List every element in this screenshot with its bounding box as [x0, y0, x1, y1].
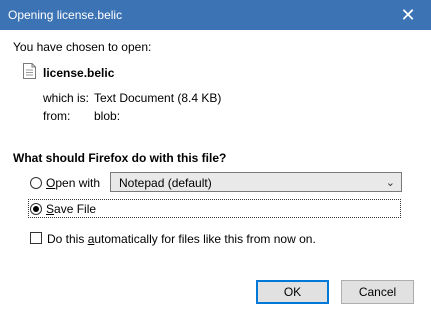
window-title: Opening license.belic: [8, 8, 123, 22]
intro-text: You have chosen to open:: [13, 40, 152, 54]
application-select-value: Notepad (default): [119, 176, 212, 190]
from-value: blob:: [94, 109, 121, 123]
auto-prefix: Do this: [47, 232, 88, 246]
auto-rest: utomatically for files like this from no…: [94, 232, 316, 246]
file-name: license.belic: [43, 66, 115, 80]
open-with-mnemonic: O: [46, 176, 56, 190]
save-file-mnemonic: S: [46, 202, 55, 216]
save-file-rest: ave File: [54, 202, 97, 216]
question-heading: What should Firefox do with this file?: [13, 151, 227, 165]
title-bar: Opening license.belic ✕: [0, 0, 431, 30]
save-file-label[interactable]: Save File: [46, 202, 96, 216]
which-is-label: which is:: [43, 91, 90, 105]
open-with-label[interactable]: Open with: [46, 176, 100, 190]
ok-button[interactable]: OK: [256, 280, 329, 304]
open-with-rest: pen with: [55, 176, 101, 190]
file-type-value: Text Document (8.4 KB): [94, 91, 222, 105]
open-with-radio[interactable]: [30, 177, 42, 189]
from-label: from:: [43, 109, 71, 123]
chevron-down-icon: ⌄: [385, 177, 395, 189]
close-icon[interactable]: ✕: [385, 0, 431, 30]
save-file-radio[interactable]: [30, 203, 42, 215]
auto-checkbox[interactable]: [30, 232, 42, 244]
document-icon: [23, 63, 36, 79]
cancel-button[interactable]: Cancel: [341, 280, 414, 304]
application-select[interactable]: Notepad (default) ⌄: [110, 172, 402, 192]
auto-label[interactable]: Do this automatically for files like thi…: [47, 232, 316, 246]
